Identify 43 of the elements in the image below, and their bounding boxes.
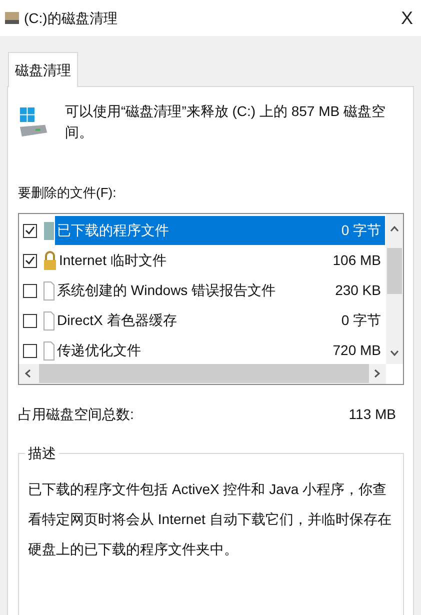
file-item[interactable]: Internet 临时文件 106 MB: [57, 246, 385, 275]
lock-icon: [43, 250, 57, 270]
checkbox[interactable]: [23, 314, 37, 328]
close-button[interactable]: X: [396, 4, 417, 32]
file-name: DirectX 着色器缓存: [57, 311, 177, 330]
files-label: 要删除的文件(F):: [18, 184, 118, 202]
checkbox[interactable]: [23, 254, 37, 268]
program-icon: [43, 220, 55, 240]
window-title: (C:)的磁盘清理: [24, 8, 118, 28]
scroll-up-icon[interactable]: [390, 226, 399, 232]
scroll-down-icon[interactable]: [390, 350, 399, 356]
file-size: 0 字节: [341, 311, 382, 330]
file-name: 传递优化文件: [57, 341, 141, 360]
file-icon: [43, 310, 55, 330]
scroll-right-icon[interactable]: [374, 369, 380, 378]
file-item[interactable]: 系统创建的 Windows 错误报告文件 230 KB: [55, 276, 385, 305]
scroll-thumb[interactable]: [387, 248, 402, 294]
file-icon: [43, 340, 55, 360]
file-item[interactable]: DirectX 着色器缓存 0 字节: [55, 306, 385, 335]
file-item[interactable]: 已下载的程序文件 0 字节: [55, 216, 385, 245]
check-icon: [25, 256, 35, 265]
check-icon: [25, 226, 35, 235]
file-icon: [43, 280, 55, 300]
file-name: 系统创建的 Windows 错误报告文件: [57, 281, 276, 300]
checkbox[interactable]: [23, 284, 37, 298]
tab[interactable]: 磁盘清理: [8, 52, 78, 87]
file-item[interactable]: 传递优化文件 720 MB: [55, 336, 385, 365]
drive-icon: [4, 11, 20, 25]
file-size: 106 MB: [332, 251, 382, 270]
checkbox[interactable]: [23, 224, 37, 238]
scroll-left-icon[interactable]: [25, 369, 31, 378]
header-message: 可以使用“磁盘清理”来释放 (C:) 上的 857 MB 磁盘空间。: [65, 102, 386, 142]
file-name: 已下载的程序文件: [57, 221, 169, 240]
checkbox[interactable]: [23, 344, 37, 358]
file-size: 0 字节: [341, 221, 382, 240]
file-name: Internet 临时文件: [59, 251, 166, 270]
file-size: 230 KB: [335, 281, 382, 300]
drive-icon: [18, 105, 50, 139]
vertical-scrollbar[interactable]: [386, 214, 403, 364]
total-label: 占用磁盘空间总数:: [18, 404, 134, 424]
total-value: 113 MB: [348, 404, 396, 424]
description-text: 已下载的程序文件包括 ActiveX 控件和 Java 小程序，你查看特定网页时将会从 Internet 自动下载它们，并临时保存在硬盘上的已下载的程序文件夹中。: [28, 480, 392, 558]
file-size: 720 MB: [332, 341, 382, 360]
